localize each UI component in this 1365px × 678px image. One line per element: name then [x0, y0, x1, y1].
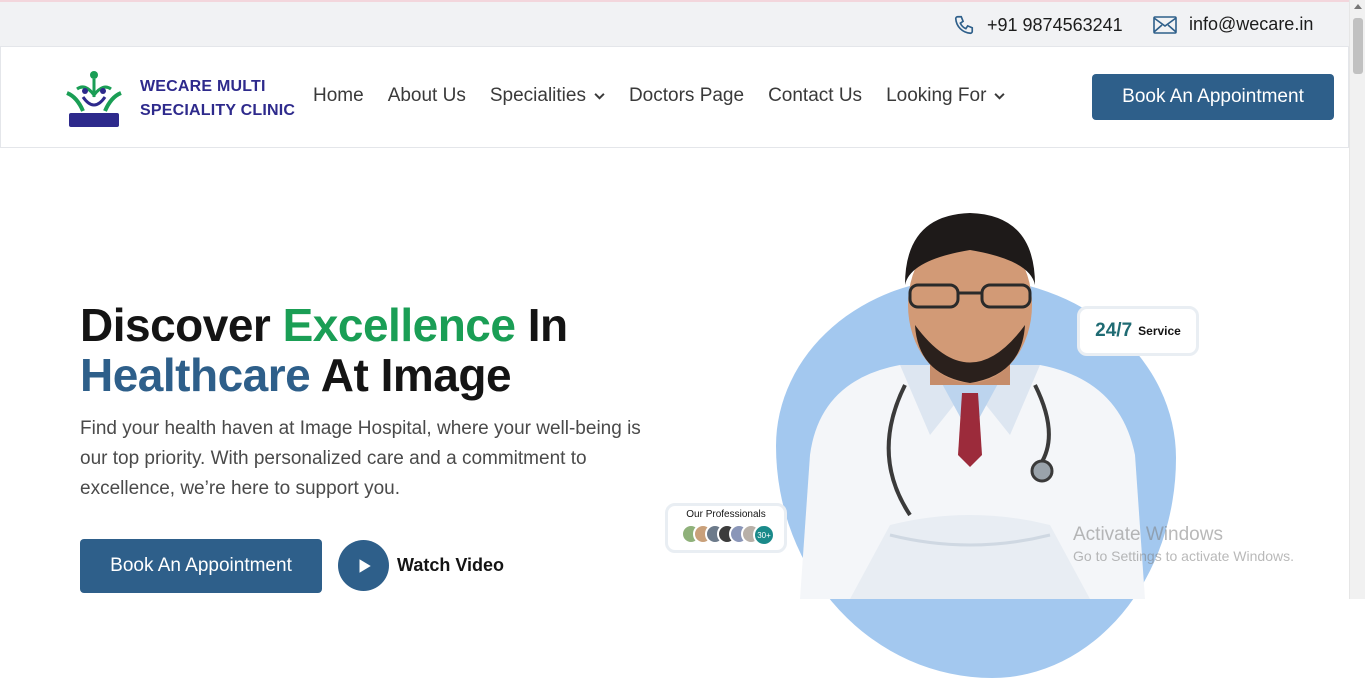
nav-contact-us[interactable]: Contact Us: [768, 85, 862, 107]
watermark-line-1: Activate Windows: [1073, 524, 1223, 545]
watch-video-label: Watch Video: [397, 555, 505, 575]
page-scrollbar[interactable]: [1349, 0, 1365, 599]
nav-doctors-page[interactable]: Doctors Page: [629, 85, 744, 107]
nav-doctors-label: Doctors Page: [628, 85, 745, 106]
professionals-avatars: 30+: [681, 524, 775, 546]
phone-number: +91 9874563241: [987, 14, 1123, 35]
phone-icon: [954, 15, 974, 35]
service-247-badge: 24/7 Service: [1077, 306, 1199, 356]
phone-contact[interactable]: +91 9874563241: [953, 14, 1123, 36]
nav-contact-label: Contact Us: [768, 85, 863, 106]
clinic-logo[interactable]: [63, 67, 125, 129]
nav-specialities-label: Specialities: [489, 85, 586, 106]
hero-title: Discover Excellence In Healthcare At Ima…: [80, 300, 568, 400]
title-part-5: At Image: [310, 349, 512, 401]
nav-about-us[interactable]: About Us: [388, 85, 466, 107]
hero-description: Find your health haven at Image Hospital…: [80, 418, 641, 499]
professionals-badge: Our Professionals 30+: [665, 503, 787, 553]
professionals-count: 30+: [753, 524, 775, 546]
play-icon: [338, 540, 389, 591]
nav-looking-for[interactable]: Looking For: [886, 85, 1006, 107]
professionals-label: Our Professionals: [686, 509, 766, 520]
nav-home-label: Home: [313, 85, 364, 106]
top-contact-bar: +91 9874563241 info@wecare.in: [0, 0, 1349, 47]
badge-247-label: Service: [1138, 324, 1181, 338]
brand-line-2: SPECIALITY CLINIC: [140, 102, 296, 119]
nav-home[interactable]: Home: [313, 85, 364, 107]
book-appointment-header-button[interactable]: Book An Appointment: [1092, 74, 1334, 120]
watermark-line-2: Go to Settings to activate Windows.: [1073, 548, 1294, 564]
watch-video-button[interactable]: Watch Video: [338, 540, 504, 591]
nav-looking-label: Looking For: [886, 85, 987, 106]
brand-line-1: WECARE MULTI: [140, 78, 266, 95]
chevron-down-icon: [594, 89, 605, 103]
title-highlight-excellence: Excellence: [282, 299, 516, 351]
main-nav: Home About Us Specialities Doctors Page …: [313, 85, 1029, 107]
mail-icon: [1153, 15, 1177, 34]
scroll-up-icon[interactable]: [1354, 4, 1362, 9]
email-address: info@wecare.in: [1189, 14, 1314, 34]
title-part-3: In: [515, 299, 568, 351]
brand-name[interactable]: WECARE MULTI SPECIALITY CLINIC: [140, 75, 300, 123]
scrollbar-thumb[interactable]: [1353, 18, 1363, 74]
nav-about-label: About Us: [387, 85, 466, 106]
title-part-1: Discover: [80, 299, 283, 351]
logo-icon: [66, 71, 122, 127]
activate-windows-watermark: Activate Windows Go to Settings to activ…: [1073, 524, 1294, 564]
badge-247-number: 24/7: [1095, 320, 1133, 341]
title-highlight-healthcare: Healthcare: [80, 349, 311, 401]
email-contact[interactable]: info@wecare.in: [1153, 14, 1313, 35]
nav-specialities[interactable]: Specialities: [490, 85, 605, 107]
site-header: WECARE MULTI SPECIALITY CLINIC Home Abou…: [0, 46, 1349, 148]
chevron-down-icon: [994, 89, 1006, 103]
book-appointment-hero-button[interactable]: Book An Appointment: [80, 539, 322, 593]
